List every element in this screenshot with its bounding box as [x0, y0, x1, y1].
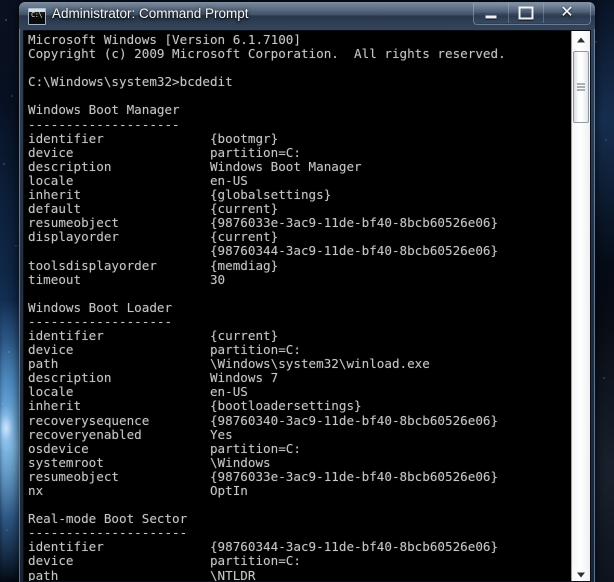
minimize-button[interactable]: [474, 3, 509, 23]
console-output-surface[interactable]: Microsoft Windows [Version 6.1.7100] Cop…: [24, 31, 573, 582]
cloud-highlight: [0, 398, 18, 458]
scroll-up-button[interactable]: [572, 31, 590, 48]
icon-prompt-glyph: C:\: [31, 11, 43, 19]
window-titlebar[interactable]: C:\ Administrator: Command Prompt ✕: [19, 2, 595, 29]
console-output-text: Microsoft Windows [Version 6.1.7100] Cop…: [28, 32, 506, 582]
close-button[interactable]: ✕: [544, 3, 590, 23]
close-icon: ✕: [560, 4, 574, 21]
console-client-area: Microsoft Windows [Version 6.1.7100] Cop…: [23, 30, 591, 582]
minimize-icon: [485, 15, 497, 19]
command-prompt-icon[interactable]: C:\: [28, 8, 46, 25]
scrollbar-grip-icon: [577, 83, 585, 91]
scroll-up-arrow-icon: [577, 37, 585, 42]
command-prompt-window: C:\ Administrator: Command Prompt ✕ Micr…: [19, 2, 595, 582]
scroll-down-arrow-icon: [577, 572, 585, 577]
scrollbar-track[interactable]: [572, 123, 590, 566]
maximize-button[interactable]: [509, 3, 544, 23]
scroll-down-button[interactable]: [572, 566, 590, 581]
vertical-scrollbar[interactable]: [571, 31, 590, 581]
maximize-icon: [518, 6, 534, 20]
scrollbar-thumb[interactable]: [573, 51, 589, 123]
window-title: Administrator: Command Prompt: [52, 6, 249, 21]
caption-button-group: ✕: [473, 3, 591, 25]
